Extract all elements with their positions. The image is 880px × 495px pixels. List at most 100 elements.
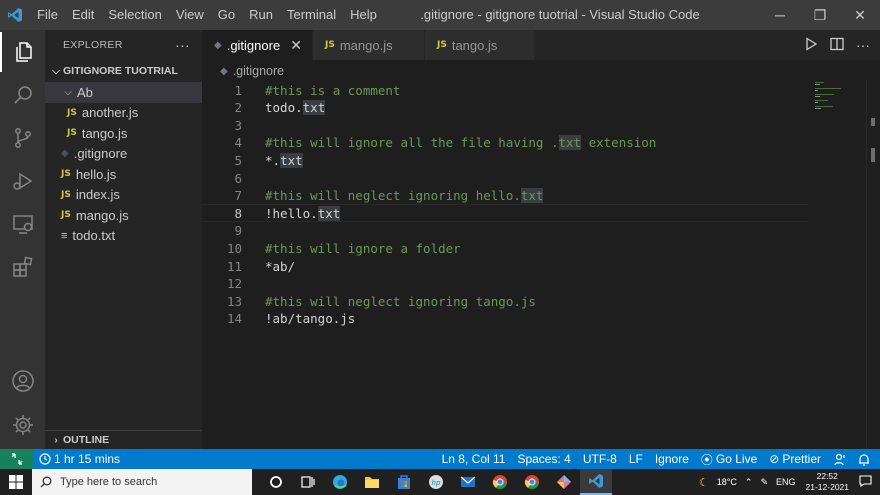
code-editor[interactable]: 1 #this is a comment 2 todo.txt 3 4 #this will…	[202, 80, 880, 449]
minimap[interactable]	[812, 80, 867, 140]
code-line[interactable]: 8 !hello.txt	[202, 204, 808, 223]
input-language[interactable]: ENG	[772, 477, 800, 487]
prettier-status-icon: ⊘	[769, 452, 780, 466]
notifications-bell-icon[interactable]	[852, 453, 880, 466]
end-of-line[interactable]: LF	[623, 452, 649, 466]
line-number: 11	[226, 258, 242, 274]
tree-item-gitignore[interactable]: ◆ .gitignore	[45, 144, 202, 165]
code-line[interactable]: 4 #this will ignore all the file having .…	[202, 134, 808, 152]
vscode-taskbar-icon[interactable]	[580, 469, 612, 495]
menu-run[interactable]: Run	[242, 0, 280, 30]
code-line[interactable]: 12	[202, 275, 808, 293]
mail-icon[interactable]	[452, 469, 484, 495]
tab-label: .gitignore	[226, 37, 281, 53]
search-icon[interactable]	[0, 75, 45, 115]
hp-app-icon[interactable]: hp	[420, 469, 452, 495]
code-line[interactable]: 11 *ab/	[202, 257, 808, 275]
tree-item-mango-js[interactable]: JS mango.js	[45, 205, 202, 226]
clock-icon	[39, 453, 51, 465]
tree-item-todo-txt[interactable]: ≡ todo.txt	[45, 226, 202, 247]
close-window-button[interactable]: ✕	[840, 0, 880, 30]
code-text: *ab/	[265, 258, 296, 274]
code-line[interactable]: 9	[202, 222, 808, 240]
close-tab-icon[interactable]: ✕	[290, 37, 302, 54]
source-control-icon[interactable]	[0, 118, 45, 158]
taskbar-search-input[interactable]: Type here to search	[32, 469, 252, 495]
line-number: 14	[226, 311, 242, 327]
explorer-icon[interactable]	[0, 32, 45, 72]
feedback-icon[interactable]	[827, 453, 852, 466]
code-line[interactable]: 1 #this is a comment	[202, 81, 808, 99]
workspace-folder-header[interactable]: ⌵ GITIGNORE TUOTRIAL	[45, 60, 202, 82]
file-explorer-icon[interactable]	[356, 469, 388, 495]
vertical-scrollbar[interactable]	[866, 80, 880, 449]
broadcast-icon: ⦿	[700, 452, 713, 467]
code-line[interactable]: 6	[202, 169, 808, 187]
tree-item-index-js[interactable]: JS index.js	[45, 185, 202, 206]
breadcrumb-item[interactable]: .gitignore	[233, 64, 284, 78]
account-icon[interactable]	[0, 361, 45, 401]
menu-help[interactable]: Help	[343, 0, 384, 30]
menu-view[interactable]: View	[169, 0, 211, 30]
run-icon[interactable]	[804, 36, 818, 54]
indentation[interactable]: Spaces: 4	[511, 452, 576, 466]
cortana-icon[interactable]	[260, 469, 292, 495]
chrome-icon[interactable]	[484, 469, 516, 495]
run-debug-icon[interactable]	[0, 161, 45, 201]
explorer-header: EXPLORER ···	[45, 30, 202, 60]
menu-go[interactable]: Go	[211, 0, 242, 30]
edge-browser-icon[interactable]	[324, 469, 356, 495]
code-line[interactable]: 5 *.txt	[202, 151, 808, 169]
store-icon[interactable]	[388, 469, 420, 495]
minimize-button[interactable]: ─	[760, 0, 800, 30]
code-line[interactable]: 13 #this will neglect ignoring tango.js	[202, 292, 808, 310]
chevron-down-icon: ⌵	[52, 65, 60, 77]
explorer-title: EXPLORER	[63, 39, 123, 51]
temperature[interactable]: 18°C	[713, 477, 741, 487]
code-line[interactable]: 10 #this will ignore a folder	[202, 239, 808, 257]
tree-item-tango-js[interactable]: JS tango.js	[45, 123, 202, 144]
menu-file[interactable]: File	[30, 0, 65, 30]
app-diamond-icon[interactable]	[548, 469, 580, 495]
menu-selection[interactable]: Selection	[101, 0, 168, 30]
tab-gitignore[interactable]: ◆ .gitignore ✕	[202, 30, 313, 60]
task-view-icon[interactable]	[292, 469, 324, 495]
tab-mango-js[interactable]: JS mango.js	[313, 30, 425, 60]
code-line[interactable]: 7 #this will neglect ignoring hello.txt	[202, 187, 808, 205]
menu-edit[interactable]: Edit	[65, 0, 101, 30]
chrome-profile-icon[interactable]	[516, 469, 548, 495]
more-actions-icon[interactable]: ···	[856, 37, 870, 53]
tray-expand-icon[interactable]: ⌃	[741, 477, 757, 488]
line-number: 5	[234, 152, 242, 168]
maximize-button[interactable]: ❐	[800, 0, 840, 30]
tab-tango-js[interactable]: JS tango.js	[425, 30, 535, 60]
title-bar: File Edit Selection View Go Run Terminal…	[0, 0, 880, 30]
javascript-file-icon: JS	[67, 107, 77, 118]
menu-terminal[interactable]: Terminal	[280, 0, 343, 30]
encoding[interactable]: UTF-8	[577, 452, 623, 466]
pen-icon[interactable]: ✎	[756, 477, 772, 488]
notification-center-icon[interactable]	[855, 475, 880, 489]
tree-item-hello-js[interactable]: JS hello.js	[45, 164, 202, 185]
weather-moon-icon[interactable]: ☾	[695, 476, 713, 489]
code-line[interactable]: 14 !ab/tango.js	[202, 310, 808, 328]
cursor-position[interactable]: Ln 8, Col 11	[436, 452, 512, 466]
tree-folder-ab[interactable]: ⌵ Ab	[45, 82, 202, 103]
outline-section-header[interactable]: › OUTLINE	[45, 430, 202, 449]
windows-start-icon[interactable]	[0, 469, 32, 495]
language-mode[interactable]: Ignore	[649, 452, 695, 466]
code-line[interactable]: 3	[202, 116, 808, 134]
code-text: #this will neglect ignoring tango.js	[265, 293, 536, 309]
clock[interactable]: 22:52 21-12-2021	[800, 471, 855, 493]
go-live-button[interactable]: ⦿ Go Live	[695, 451, 763, 468]
split-editor-icon[interactable]	[830, 37, 844, 54]
settings-gear-icon[interactable]	[0, 405, 45, 445]
tree-item-another-js[interactable]: JS another.js	[45, 103, 202, 124]
time-tracker[interactable]: 1 hr 15 mins	[33, 452, 126, 466]
prettier-button[interactable]: ⊘ Prettier	[763, 452, 827, 466]
more-actions-button[interactable]: ···	[175, 37, 190, 53]
remote-explorer-icon[interactable]	[0, 204, 45, 244]
remote-indicator-icon[interactable]	[0, 449, 33, 469]
code-line[interactable]: 2 todo.txt	[202, 99, 808, 117]
extensions-icon[interactable]	[0, 247, 45, 287]
